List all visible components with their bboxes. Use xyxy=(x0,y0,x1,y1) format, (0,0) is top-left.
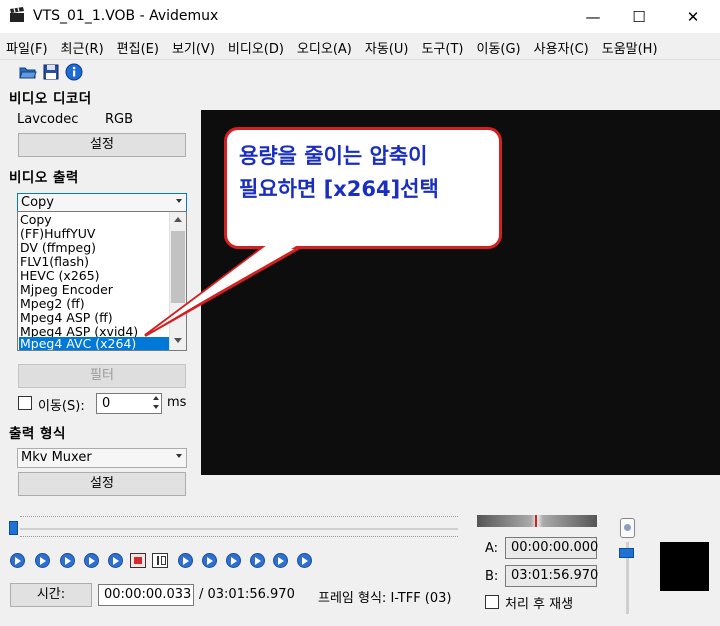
play-after-label: 처리 후 재생 xyxy=(505,597,574,612)
timeline-ticks-bottom xyxy=(20,536,458,540)
set-marker-a-icon[interactable] xyxy=(130,553,146,568)
current-time-field[interactable]: 00:00:00.033 xyxy=(98,584,194,606)
go-to-end-icon[interactable] xyxy=(297,553,312,568)
next-keyframe-icon[interactable] xyxy=(108,553,123,568)
go-to-marker-b-icon[interactable] xyxy=(202,553,217,568)
previous-keyframe-icon[interactable] xyxy=(84,553,99,568)
go-to-marker-a-icon[interactable] xyxy=(178,553,193,568)
callout-pointer-cover xyxy=(152,242,303,331)
jog-shuttle[interactable] xyxy=(477,515,597,527)
set-marker-b-icon[interactable] xyxy=(152,553,168,568)
volume-handle[interactable] xyxy=(619,548,634,558)
mini-preview xyxy=(660,542,709,591)
next-black-frame-icon[interactable] xyxy=(250,553,265,568)
timeline-track[interactable] xyxy=(20,528,458,530)
timeline-slider-handle[interactable] xyxy=(9,521,18,535)
frame-type: 프레임 형식: I-TFF (03) xyxy=(318,591,452,606)
total-time: / 03:01:56.970 xyxy=(199,587,295,602)
marker-b-value: 03:01:56.970 xyxy=(505,565,598,587)
time-button[interactable]: 시간: xyxy=(10,583,92,607)
play-icon[interactable] xyxy=(10,553,25,568)
marker-b-label: B: xyxy=(485,569,499,584)
speaker-icon[interactable] xyxy=(620,518,635,538)
previous-frame-icon[interactable] xyxy=(35,553,50,568)
previous-black-frame-icon[interactable] xyxy=(226,553,241,568)
marker-a-label: A: xyxy=(485,541,499,556)
marker-a-value: 00:00:00.000 xyxy=(505,537,598,559)
next-frame-icon[interactable] xyxy=(60,553,75,568)
go-to-start-icon[interactable] xyxy=(273,553,288,568)
timeline-ticks-top xyxy=(20,516,458,520)
play-after-checkbox[interactable] xyxy=(485,595,499,609)
